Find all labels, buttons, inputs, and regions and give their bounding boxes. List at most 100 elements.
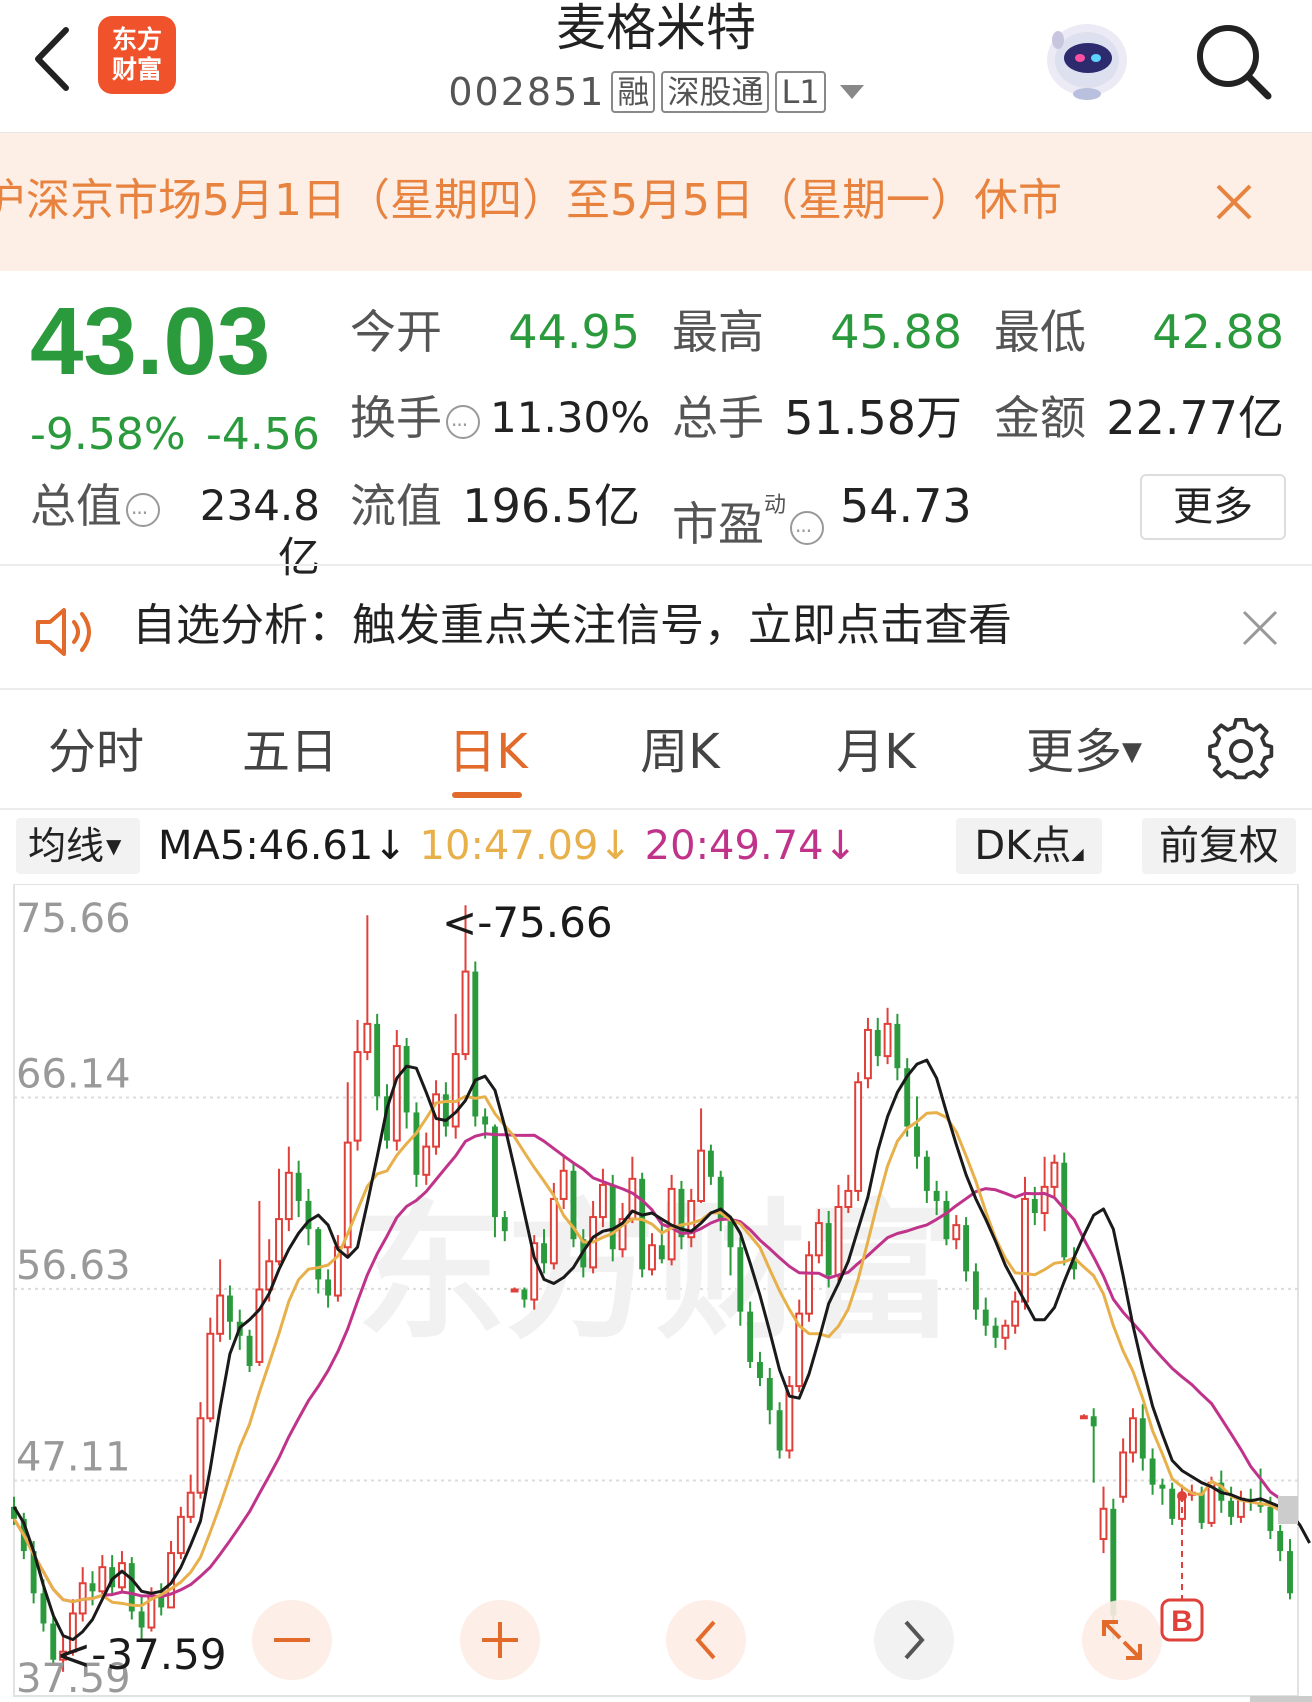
candle: [609, 1174, 616, 1262]
zoom-in-button[interactable]: [460, 1600, 540, 1680]
tab-more-label: 更多: [1025, 724, 1122, 780]
high-label: 最高: [672, 305, 764, 359]
candle: [776, 1402, 783, 1459]
ma20-value: 20:49.74: [644, 823, 824, 869]
tab-weekly-k[interactable]: 周K: [620, 722, 740, 782]
zoom-out-button[interactable]: [252, 1600, 332, 1680]
candle: [854, 1072, 863, 1201]
candle: [707, 1144, 714, 1185]
divider: [0, 808, 1312, 810]
tab-more[interactable]: 更多▼: [1014, 722, 1154, 782]
candle: [639, 1172, 646, 1278]
logo-line1: 东方: [111, 25, 162, 54]
kline-chart[interactable]: 东方财富 75.6666.1456.6347.1137.59 <-75.66 <…: [0, 884, 1312, 1702]
speaker-icon: [36, 608, 91, 656]
close-icon[interactable]: [1240, 608, 1280, 648]
candle: [472, 961, 479, 1127]
more-quote-button[interactable]: 更多: [1140, 474, 1286, 540]
candle: [89, 1571, 96, 1606]
candle: [186, 1474, 195, 1523]
change-percent: -9.58%: [30, 409, 186, 460]
candle: [1050, 1154, 1059, 1199]
candle: [315, 1227, 322, 1294]
down-arrow-icon: ↓: [373, 823, 407, 869]
candle: [972, 1263, 979, 1320]
ad-text[interactable]: 自选分析：触发重点关注信号，立即点击查看: [132, 598, 1012, 654]
candle: [363, 915, 372, 1061]
scroll-left-button[interactable]: [666, 1600, 746, 1680]
turnover-label-text: 换手: [350, 391, 442, 445]
candle: [1001, 1319, 1010, 1350]
candle: [295, 1160, 302, 1218]
candle: [403, 1037, 410, 1129]
close-icon[interactable]: [1212, 180, 1256, 224]
turnover-label[interactable]: 换手: [350, 391, 480, 451]
tab-five-day[interactable]: 五日: [230, 722, 350, 782]
pe-sup: 动: [764, 493, 787, 518]
candle: [206, 1317, 215, 1423]
market-notice-bar: 沪深京市场5月1日（星期四）至5月5日（星期一）休市: [0, 133, 1312, 271]
candle: [766, 1367, 773, 1425]
info-icon[interactable]: [446, 399, 480, 451]
candle: [1099, 1486, 1108, 1554]
assistant-robot-icon[interactable]: [1038, 10, 1136, 108]
candle: [1079, 1414, 1088, 1420]
info-icon[interactable]: [790, 505, 825, 557]
ma5-value: MA5:46.61: [158, 823, 374, 869]
scroll-handle[interactable]: [1278, 1496, 1298, 1524]
low-value: 42.88: [1152, 305, 1284, 359]
turnover-value: 11.30%: [490, 393, 651, 442]
divider: [0, 564, 1312, 566]
mktcap-label[interactable]: 总值: [30, 480, 160, 539]
indicator-selector[interactable]: 均线 ▼: [16, 818, 140, 874]
candle: [255, 1200, 264, 1366]
change-value: -4.56: [206, 409, 320, 460]
candle: [1159, 1478, 1166, 1505]
app-logo[interactable]: 东方 财富: [98, 16, 176, 94]
amount-value: 22.77亿: [1106, 391, 1284, 445]
candle: [226, 1285, 233, 1340]
min-price-label: <-37.59: [56, 1630, 227, 1679]
tab-daily-k[interactable]: 日K: [428, 722, 548, 782]
stock-code-row[interactable]: 002851 融 深股通 L1: [400, 70, 912, 114]
last-price: 43.03: [30, 288, 271, 395]
notice-text[interactable]: 沪深京市场5月1日（星期四）至5月5日（星期一）休市: [0, 173, 1160, 229]
ma10-value: 10:47.09: [419, 823, 599, 869]
y-tick-label: 75.66: [16, 896, 131, 942]
y-tick-label: 56.63: [16, 1243, 131, 1289]
tab-intraday[interactable]: 分时: [36, 722, 156, 782]
scroll-right-button[interactable]: [874, 1600, 954, 1680]
tag-level: L1: [775, 71, 826, 113]
dk-point-button[interactable]: DK点◢: [956, 818, 1102, 874]
candle: [914, 1096, 920, 1169]
pe-label[interactable]: 市盈动: [672, 480, 825, 557]
chevron-down-icon[interactable]: [839, 85, 864, 99]
candle: [305, 1188, 312, 1246]
float-label: 流值: [350, 479, 442, 533]
logo-line2: 财富: [111, 55, 162, 84]
candle: [353, 1019, 362, 1151]
low-label: 最低: [994, 305, 1086, 359]
candle: [1169, 1482, 1176, 1525]
tag-margin: 融: [611, 71, 656, 113]
stock-name: 麦格米特: [556, 0, 756, 57]
open-value: 44.95: [508, 305, 640, 359]
candle: [392, 1029, 401, 1151]
info-icon[interactable]: [126, 487, 160, 539]
search-icon[interactable]: [1190, 18, 1276, 104]
volume-label: 总手: [672, 391, 764, 445]
candle: [883, 1007, 892, 1065]
expand-button[interactable]: [1082, 1600, 1162, 1680]
tab-monthly-k[interactable]: 月K: [816, 722, 936, 782]
adjust-mode-button[interactable]: 前复权: [1142, 818, 1296, 874]
y-tick-label: 47.11: [16, 1434, 131, 1480]
candle: [1021, 1176, 1029, 1310]
y-tick-label: 66.14: [16, 1052, 131, 1098]
candle: [216, 1259, 225, 1342]
candle: [697, 1108, 706, 1203]
candle: [78, 1567, 87, 1622]
chevron-left-icon[interactable]: [28, 24, 78, 94]
gear-icon[interactable]: [1208, 718, 1274, 784]
pe-value: 54.73: [840, 479, 972, 533]
candle: [1139, 1404, 1146, 1471]
